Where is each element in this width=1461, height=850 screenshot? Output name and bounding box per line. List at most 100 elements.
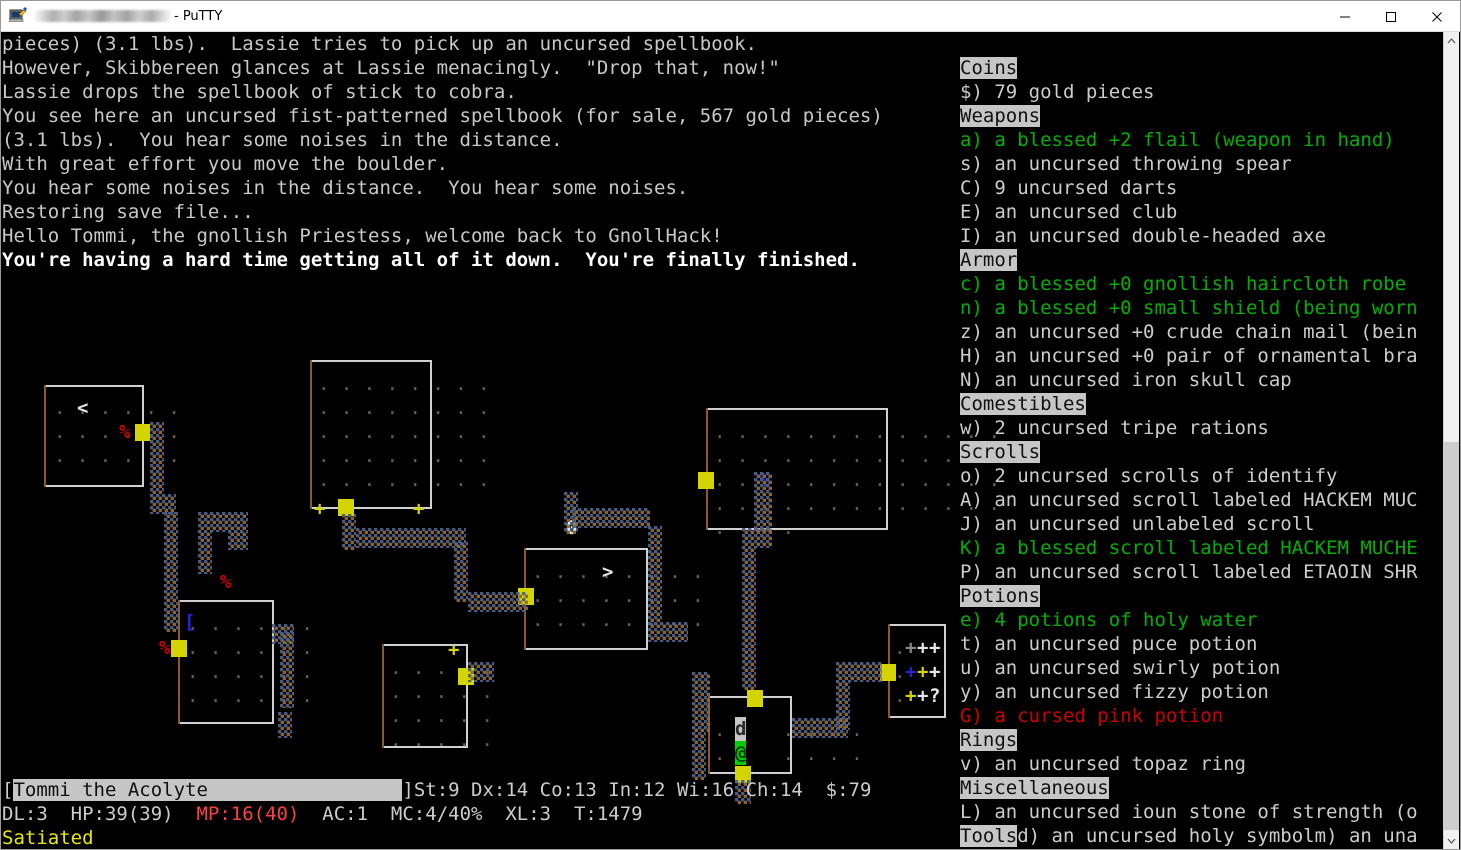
inventory-item[interactable]: H) an uncursed +0 pair of ornamental bra bbox=[960, 344, 1418, 368]
floor-row: . . . . . . . . . . . . . bbox=[714, 445, 1000, 467]
inventory-item[interactable]: e) 4 potions of holy water bbox=[960, 608, 1257, 632]
inventory-item[interactable]: u) an uncursed swirly potion bbox=[960, 656, 1280, 680]
close-button[interactable] bbox=[1414, 1, 1460, 32]
terminal-screen[interactable]: pieces) (3.1 lbs). Lassie tries to pick … bbox=[2, 32, 1445, 849]
inventory-item[interactable]: $) 79 gold pieces bbox=[960, 80, 1154, 104]
scrollbar-thumb[interactable] bbox=[1444, 442, 1459, 830]
corridor bbox=[648, 622, 688, 642]
door-icon[interactable] bbox=[880, 664, 896, 681]
corridor bbox=[742, 624, 756, 690]
inventory-item[interactable]: A) an uncursed scroll labeled HACKEM MUC bbox=[960, 488, 1418, 512]
window-title: - PuTTY bbox=[34, 9, 222, 24]
hero-icon[interactable]: @ bbox=[735, 741, 747, 765]
message-line: You see here an uncursed fist-patterned … bbox=[2, 105, 883, 127]
minimize-button[interactable] bbox=[1322, 1, 1368, 32]
corridor bbox=[198, 512, 248, 532]
title-bar: - PuTTY bbox=[1, 1, 1460, 32]
message-line: However, Skibbereen glances at Lassie me… bbox=[2, 57, 780, 79]
status-mp: MP:16(40) bbox=[196, 803, 300, 825]
inventory-item[interactable]: E) an uncursed club bbox=[960, 200, 1177, 224]
maximize-button[interactable] bbox=[1368, 1, 1414, 32]
inventory-item[interactable]: I) an uncursed double-headed axe bbox=[960, 224, 1326, 248]
floor-row: . . . . . . . . bbox=[318, 397, 490, 419]
message-line: You hear some noises in the distance. Yo… bbox=[2, 177, 689, 199]
floor-row: . . . . . bbox=[390, 681, 493, 703]
putty-icon bbox=[9, 7, 27, 25]
door-icon[interactable] bbox=[171, 640, 187, 657]
spellbook-icon[interactable]: + bbox=[917, 660, 928, 684]
dungeon-map[interactable]: . . . . . . . . . . . . . . . . . . < % … bbox=[2, 332, 1000, 804]
spellbook-icon[interactable]: + bbox=[929, 636, 940, 660]
scroll-down-button[interactable] bbox=[1444, 832, 1459, 849]
scroll-up-button[interactable] bbox=[1444, 32, 1459, 49]
inventory-category: Scrolls bbox=[960, 441, 1041, 463]
corridor bbox=[342, 514, 356, 550]
status-attributes: St:9 Dx:14 Co:13 In:12 Wi:16 Ch:14 $:79 bbox=[413, 779, 872, 801]
inventory-item[interactable]: P) an uncursed scroll labeled ETAOIN SHR bbox=[960, 560, 1418, 584]
spellbook-icon[interactable]: + bbox=[917, 636, 928, 660]
inventory-category: Armor bbox=[960, 249, 1018, 271]
inventory-item[interactable]: K) a blessed scroll labeled HACKEM MUCHE bbox=[960, 536, 1418, 560]
spellbook-icon[interactable]: + bbox=[905, 684, 916, 708]
floor-row: . bbox=[894, 685, 906, 707]
inventory-item[interactable]: o) 2 uncursed scrolls of identify bbox=[960, 464, 1338, 488]
spellbook-icon[interactable]: + bbox=[905, 660, 916, 684]
inventory-item[interactable]: c) a blessed +0 gnollish haircloth robe bbox=[960, 272, 1406, 296]
floor-row: . . . . . . . . bbox=[318, 445, 490, 467]
inventory-item[interactable]: J) an uncursed unlabeled scroll bbox=[960, 512, 1315, 536]
floor-row: . . . . . . . . bbox=[318, 469, 490, 491]
inventory-overlap-line[interactable]: Toolsd) an uncursed holy symbolm) an una bbox=[960, 824, 1418, 848]
floor-row: . . . . . . . . bbox=[318, 421, 490, 443]
inventory-category: Comestibles bbox=[960, 393, 1086, 415]
scroll-icon[interactable]: ? bbox=[929, 684, 940, 708]
spellbook-icon[interactable]: + bbox=[905, 636, 916, 660]
door-icon[interactable] bbox=[135, 424, 150, 441]
inventory-item[interactable]: w) 2 uncursed tripe rations bbox=[960, 416, 1269, 440]
vertical-scrollbar[interactable] bbox=[1443, 32, 1459, 849]
inventory-item[interactable]: v) an uncursed topaz ring bbox=[960, 752, 1246, 776]
floor-row: . bbox=[894, 637, 906, 659]
spellbook-icon[interactable]: + bbox=[917, 684, 928, 708]
door-icon[interactable] bbox=[698, 472, 714, 489]
food-icon: % bbox=[159, 637, 171, 659]
inventory-item[interactable]: G) a cursed pink potion bbox=[960, 704, 1223, 728]
message-line: With great effort you move the boulder. bbox=[2, 153, 449, 175]
stairs-down-icon[interactable]: > bbox=[602, 560, 613, 584]
door-icon[interactable]: + bbox=[448, 638, 459, 662]
inventory-category: Rings bbox=[960, 729, 1018, 751]
corridor bbox=[280, 632, 294, 708]
inventory-item[interactable]: y) an uncursed fizzy potion bbox=[960, 680, 1269, 704]
corridor bbox=[836, 662, 882, 682]
inventory-pane[interactable]: Coins $) 79 gold pieces Weapons a) a ble… bbox=[960, 32, 1445, 849]
inventory-item[interactable]: z) an uncursed +0 crude chain mail (bein bbox=[960, 320, 1418, 344]
inventory-item[interactable]: t) an uncursed puce potion bbox=[960, 632, 1257, 656]
floor-row: . . . . . . . . . . . . . bbox=[714, 421, 1000, 443]
pet-icon[interactable]: d bbox=[735, 717, 747, 741]
inventory-item[interactable]: N) an uncursed iron skull cap bbox=[960, 368, 1292, 392]
corridor bbox=[648, 526, 662, 626]
stairs-up-icon[interactable]: < bbox=[77, 396, 88, 420]
spellbook-icon[interactable]: + bbox=[929, 660, 940, 684]
inventory-item[interactable]: L) an uncursed ioun stone of strength (o bbox=[960, 800, 1418, 824]
inventory-item[interactable]: a) a blessed +2 flail (weapon in hand) bbox=[960, 128, 1395, 152]
inventory-category: Miscellaneous bbox=[960, 777, 1109, 799]
door-icon[interactable] bbox=[747, 690, 763, 707]
inventory-item[interactable]: C) 9 uncursed darts bbox=[960, 176, 1177, 200]
corridor bbox=[468, 662, 494, 682]
inventory-item[interactable]: n) a blessed +0 small shield (being worn bbox=[960, 296, 1418, 320]
corridor bbox=[150, 494, 176, 514]
message-line: You're having a hard time getting all of… bbox=[2, 249, 860, 271]
status-line-2: DL:3 HP:39(39) MP:16(40) AC:1 MC:4/40% X… bbox=[2, 802, 643, 826]
corridor bbox=[454, 542, 468, 602]
corridor bbox=[150, 422, 164, 442]
inventory-category: Coins bbox=[960, 57, 1018, 79]
corridor bbox=[228, 530, 248, 550]
door-icon[interactable]: + bbox=[314, 497, 325, 521]
armor-icon: [ bbox=[184, 611, 196, 633]
door-icon[interactable]: + bbox=[413, 497, 424, 521]
corridor bbox=[164, 512, 178, 632]
status-line-1: [Tommi the Acolyte ]St:9 Dx:14 Co:13 In:… bbox=[2, 778, 871, 802]
floor-row: . . . . . . . . bbox=[532, 585, 704, 607]
inventory-item[interactable]: s) an uncursed throwing spear bbox=[960, 152, 1292, 176]
corridor bbox=[692, 726, 706, 780]
